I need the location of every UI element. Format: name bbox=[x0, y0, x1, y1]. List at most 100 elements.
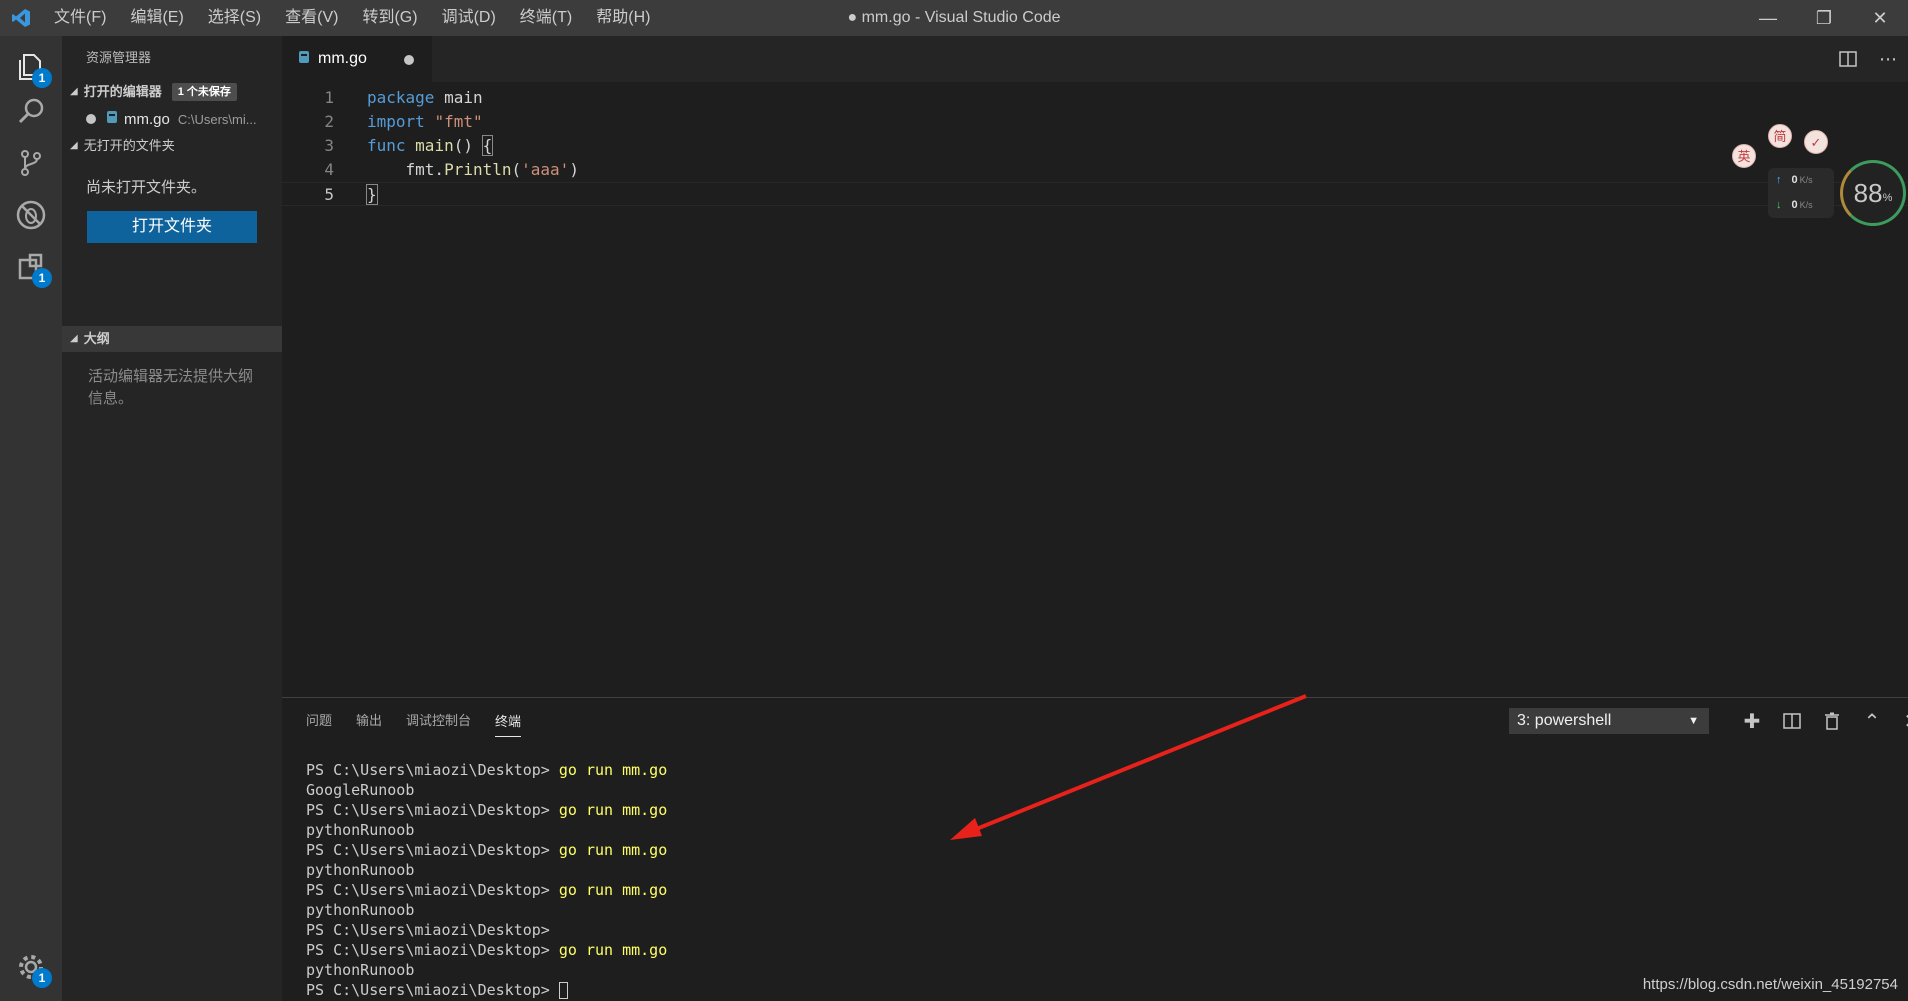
menu-item[interactable]: 选择(S) bbox=[196, 0, 273, 36]
restore-button[interactable]: ❐ bbox=[1796, 0, 1852, 36]
code-text: package main bbox=[367, 86, 483, 110]
settings-badge: 1 bbox=[32, 968, 52, 988]
close-panel-icon[interactable]: ✕ bbox=[1892, 706, 1908, 736]
terminal-line: GoogleRunoob bbox=[306, 780, 667, 800]
collapse-triangle-icon: ◢ bbox=[70, 140, 78, 151]
no-folder-label: 无打开的文件夹 bbox=[83, 138, 175, 153]
settings-gear-icon[interactable]: 1 bbox=[0, 936, 62, 998]
menu-item[interactable]: 帮助(H) bbox=[584, 0, 662, 36]
code-token: package bbox=[367, 88, 435, 107]
terminal-text: PS C:\Users\miaozi\Desktop> bbox=[306, 761, 559, 779]
panel-tab[interactable]: 输出 bbox=[356, 698, 382, 744]
unsaved-dot-icon[interactable] bbox=[404, 55, 414, 65]
open-editor-item[interactable]: mm.go C:\Users\mi... bbox=[62, 104, 282, 134]
code-line[interactable]: 2 import "fmt" bbox=[282, 110, 1908, 134]
upload-row: ↑ 0 K/s bbox=[1768, 168, 1834, 193]
code-token: main bbox=[415, 136, 454, 155]
outline-message: 活动编辑器无法提供大纲信息。 bbox=[88, 368, 254, 407]
minimize-button[interactable]: — bbox=[1740, 0, 1796, 36]
go-file-icon bbox=[298, 50, 310, 69]
no-folder-message: 尚未打开文件夹。 bbox=[86, 179, 207, 196]
vscode-logo-icon bbox=[0, 0, 42, 36]
memory-percent: 88 bbox=[1853, 177, 1883, 208]
terminal-output[interactable]: PS C:\Users\miaozi\Desktop> go run mm.go… bbox=[306, 760, 667, 1000]
terminal-cursor bbox=[558, 982, 568, 999]
editor-tab-bar: mm.go ⋯ bbox=[282, 36, 1908, 82]
code-line[interactable]: 1 package main bbox=[282, 86, 1908, 110]
terminal-command: go run mm.go bbox=[558, 761, 668, 779]
collapse-triangle-icon: ◢ bbox=[70, 333, 78, 344]
maximize-panel-icon[interactable]: ⌃ bbox=[1852, 706, 1892, 736]
menu-item[interactable]: 调试(D) bbox=[430, 0, 508, 36]
menu-item[interactable]: 文件(F) bbox=[42, 0, 118, 36]
code-line[interactable]: 5} bbox=[282, 182, 1908, 206]
trash-icon[interactable] bbox=[1812, 706, 1852, 736]
open-editor-filename: mm.go bbox=[124, 110, 170, 128]
code-token: main bbox=[434, 88, 483, 107]
tab-mm-go[interactable]: mm.go bbox=[282, 36, 432, 82]
terminal-text: pythonRunoob bbox=[306, 961, 415, 979]
split-terminal-icon[interactable] bbox=[1772, 706, 1812, 736]
menu-item[interactable]: 终端(T) bbox=[508, 0, 584, 36]
menu-item[interactable]: 转到(G) bbox=[350, 0, 429, 36]
menu-item[interactable]: 编辑(E) bbox=[118, 0, 195, 36]
code-token: Println bbox=[444, 160, 512, 179]
terminal-text: PS C:\Users\miaozi\Desktop> bbox=[306, 881, 559, 899]
upload-arrow-icon: ↑ bbox=[1776, 174, 1782, 186]
code-token: ( bbox=[511, 160, 522, 179]
panel-tab[interactable]: 问题 bbox=[306, 698, 332, 744]
code-line[interactable]: 4 fmt.Println('aaa') bbox=[282, 158, 1908, 182]
lang-chip-simplified[interactable]: 简 bbox=[1768, 124, 1792, 148]
split-editor-icon[interactable] bbox=[1828, 36, 1868, 82]
bottom-panel: 问题输出调试控制台终端 3: powershell ▼ ✚ ⌃ ✕ PS C:\… bbox=[282, 697, 1908, 1001]
terminal-line: pythonRunoob bbox=[306, 860, 667, 880]
terminal-line: PS C:\Users\miaozi\Desktop> go run mm.go bbox=[306, 800, 667, 820]
open-editors-label: 打开的编辑器 bbox=[83, 84, 162, 99]
unsaved-dot-icon[interactable] bbox=[86, 114, 96, 124]
code-token: import bbox=[367, 112, 425, 131]
terminal-line: pythonRunoob bbox=[306, 900, 667, 920]
more-actions-icon[interactable]: ⋯ bbox=[1868, 36, 1908, 82]
terminal-line: PS C:\Users\miaozi\Desktop> go run mm.go bbox=[306, 940, 667, 960]
lang-chip-en[interactable]: 英 bbox=[1732, 144, 1756, 168]
extensions-badge: 1 bbox=[32, 268, 52, 288]
code-token: fmt. bbox=[367, 160, 445, 179]
memory-percent-sign: % bbox=[1882, 192, 1893, 204]
terminal-select[interactable]: 3: powershell ▼ bbox=[1509, 708, 1709, 734]
menu-item[interactable]: 查看(V) bbox=[273, 0, 350, 36]
open-editor-path: C:\Users\mi... bbox=[177, 111, 257, 127]
menu-bar: 文件(F) 编辑(E) 选择(S) 查看(V) 转到(G) 调试(D) 终端(T) 帮助(H) bbox=[42, 0, 662, 36]
terminal-line: PS C:\Users\miaozi\Desktop> go run mm.go bbox=[306, 880, 667, 900]
collapse-triangle-icon: ◢ bbox=[70, 86, 78, 97]
explorer-sidebar: 资源管理器 ◢ 打开的编辑器 1 个未保存 mm.go C:\Users\mi.… bbox=[62, 36, 282, 1001]
upload-speed: 0 bbox=[1791, 174, 1798, 186]
new-terminal-icon[interactable]: ✚ bbox=[1732, 706, 1772, 736]
open-editors-section[interactable]: ◢ 打开的编辑器 1 个未保存 bbox=[62, 80, 282, 104]
editor-actions: ⋯ bbox=[1828, 36, 1908, 82]
code-text: import "fmt" bbox=[367, 110, 483, 134]
terminal-text: PS C:\Users\miaozi\Desktop> bbox=[306, 981, 559, 999]
code-token: "fmt" bbox=[434, 112, 483, 131]
no-folder-section[interactable]: ◢ 无打开的文件夹 bbox=[62, 134, 282, 158]
memory-gauge[interactable]: 88 % bbox=[1840, 160, 1906, 226]
sidebar-title: 资源管理器 bbox=[86, 50, 152, 65]
code-token: 'aaa' bbox=[521, 160, 570, 179]
panel-tab[interactable]: 终端 bbox=[495, 707, 522, 737]
download-unit: K/s bbox=[1799, 200, 1813, 210]
terminal-text: PS C:\Users\miaozi\Desktop> bbox=[306, 921, 550, 939]
shirt-chip-icon[interactable]: ✓ bbox=[1804, 130, 1828, 154]
upload-unit: K/s bbox=[1799, 175, 1813, 185]
terminal-text: GoogleRunoob bbox=[306, 781, 415, 799]
extensions-icon[interactable]: 1 bbox=[0, 236, 62, 298]
terminal-line: pythonRunoob bbox=[306, 960, 667, 980]
panel-tab[interactable]: 调试控制台 bbox=[406, 698, 471, 744]
panel-tabs: 问题 输出 调试控制台 终端 bbox=[306, 698, 545, 744]
open-folder-button[interactable]: 打开文件夹 bbox=[87, 211, 257, 243]
outline-section[interactable]: ◢ 大纲 bbox=[62, 326, 282, 352]
close-window-button[interactable]: ✕ bbox=[1852, 0, 1908, 36]
unsaved-badge: 1 个未保存 bbox=[171, 83, 237, 101]
code-editor[interactable]: 1 package main 2 import "fmt" 3 func main() {… bbox=[282, 82, 1908, 697]
code-line[interactable]: 3 func main() { bbox=[282, 134, 1908, 158]
terminal-text: PS C:\Users\miaozi\Desktop> bbox=[306, 801, 559, 819]
